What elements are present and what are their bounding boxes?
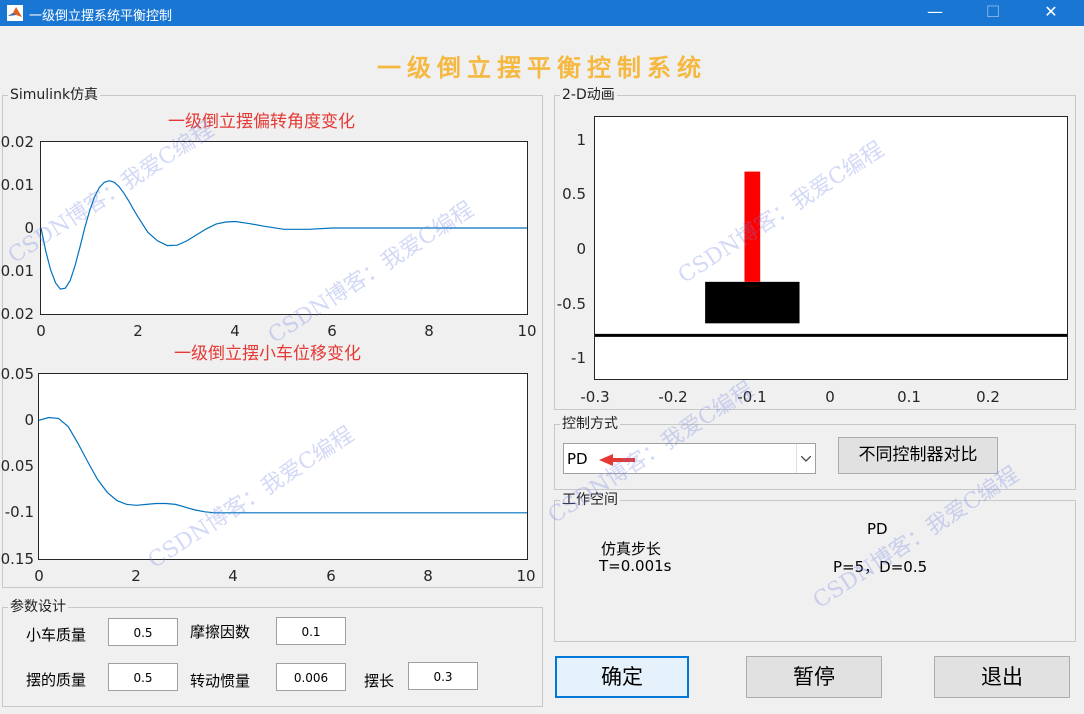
displacement-xtick: 8: [423, 567, 433, 585]
ok-button[interactable]: 确定: [555, 656, 689, 698]
matlab-icon: [7, 5, 23, 21]
animation-ytick: 1: [576, 131, 586, 149]
workspace-method: PD: [867, 520, 888, 538]
displacement-ytick: 0: [24, 411, 34, 429]
animation-xtick: 0.2: [976, 388, 1000, 406]
close-button[interactable]: ✕: [1022, 0, 1080, 26]
animation-panel-label: 2-D动画: [560, 87, 617, 103]
angle-xtick: 6: [327, 322, 337, 340]
main-title: 一级倒立摆平衡控制系统: [377, 53, 707, 82]
friction-input[interactable]: 0.1: [276, 617, 346, 645]
animation-xtick: 0: [825, 388, 835, 406]
pause-button[interactable]: 暂停: [746, 656, 882, 698]
angle-xtick: 8: [424, 322, 434, 340]
displacement-ytick: 0.05: [0, 457, 34, 475]
length-input[interactable]: 0.3: [408, 662, 478, 690]
dropdown-toggle[interactable]: [796, 444, 815, 473]
cart-mass-label: 小车质量: [26, 626, 87, 644]
angle-ytick: 0.02: [0, 133, 34, 151]
animation-axes[interactable]: [594, 116, 1068, 380]
angle-ytick: 0.02: [0, 305, 34, 323]
animation-ytick: -0.5: [556, 295, 586, 313]
maximize-button[interactable]: ☐: [964, 0, 1022, 26]
control-method-value: PD: [567, 450, 588, 468]
compare-controllers-button[interactable]: 不同控制器对比: [838, 437, 998, 474]
controller-gains: P=5，D=0.5: [833, 558, 928, 576]
displacement-plot-axes[interactable]: [38, 373, 528, 560]
angle-series-line: [41, 180, 527, 290]
animation-ytick: -1: [571, 349, 586, 367]
minimize-button[interactable]: —: [906, 0, 964, 26]
pendulum-mass-label: 摆的质量: [26, 671, 87, 689]
displacement-ytick: 0.15: [0, 550, 34, 568]
animation-ytick: 0.5: [562, 185, 586, 203]
angle-plot-axes[interactable]: [40, 141, 528, 315]
length-label: 摆长: [364, 672, 395, 690]
angle-ytick: 0: [24, 219, 34, 237]
displacement-xtick: 0: [34, 567, 44, 585]
params-panel: 参数设计: [2, 599, 543, 707]
simulink-panel-label: Simulink仿真: [8, 87, 101, 103]
angle-ytick: 0.01: [0, 262, 34, 280]
displacement-ytick: -0.1: [4, 503, 34, 521]
window-title: 一级倒立摆系统平衡控制: [29, 9, 173, 24]
angle-xtick: 4: [230, 322, 240, 340]
control-panel-label: 控制方式: [560, 416, 620, 432]
red-arrow-icon: [599, 454, 635, 466]
displacement-ytick: 0.05: [0, 365, 34, 383]
workspace-panel-label: 工作空间: [560, 492, 620, 508]
cart-body: [705, 281, 800, 324]
animation-xtick: -0.1: [737, 388, 767, 406]
step-value: T=0.001s: [599, 557, 672, 575]
exit-button[interactable]: 退出: [934, 656, 1070, 698]
chevron-down-icon: [801, 456, 811, 462]
control-method-select[interactable]: PD: [563, 443, 816, 474]
angle-xtick: 10: [517, 322, 537, 340]
window-titlebar[interactable]: 一级倒立摆系统平衡控制 — ☐ ✕: [0, 0, 1084, 26]
angle-plot-title: 一级倒立摆偏转角度变化: [168, 112, 355, 132]
displacement-xtick: 6: [326, 567, 336, 585]
displacement-xtick: 4: [228, 567, 238, 585]
displacement-xtick: 10: [516, 567, 536, 585]
cart-mass-input[interactable]: 0.5: [108, 618, 178, 646]
animation-xtick: -0.2: [658, 388, 688, 406]
animation-xtick: 0.1: [897, 388, 921, 406]
displacement-series-line: [39, 416, 527, 514]
inertia-label: 转动惯量: [190, 672, 251, 690]
angle-xtick: 0: [36, 322, 46, 340]
pendulum-mass-input[interactable]: 0.5: [108, 663, 178, 691]
angle-xtick: 2: [133, 322, 143, 340]
friction-label: 摩擦因数: [190, 623, 251, 641]
displacement-xtick: 2: [131, 567, 141, 585]
displacement-plot-title: 一级倒立摆小车位移变化: [174, 344, 361, 364]
angle-ytick: 0.01: [0, 176, 34, 194]
animation-xtick: -0.3: [580, 388, 610, 406]
inertia-input[interactable]: 0.006: [276, 663, 346, 691]
params-panel-label: 参数设计: [8, 599, 68, 615]
step-label: 仿真步长: [601, 540, 662, 558]
animation-ytick: 0: [576, 240, 586, 258]
pendulum-rod: [744, 171, 761, 282]
